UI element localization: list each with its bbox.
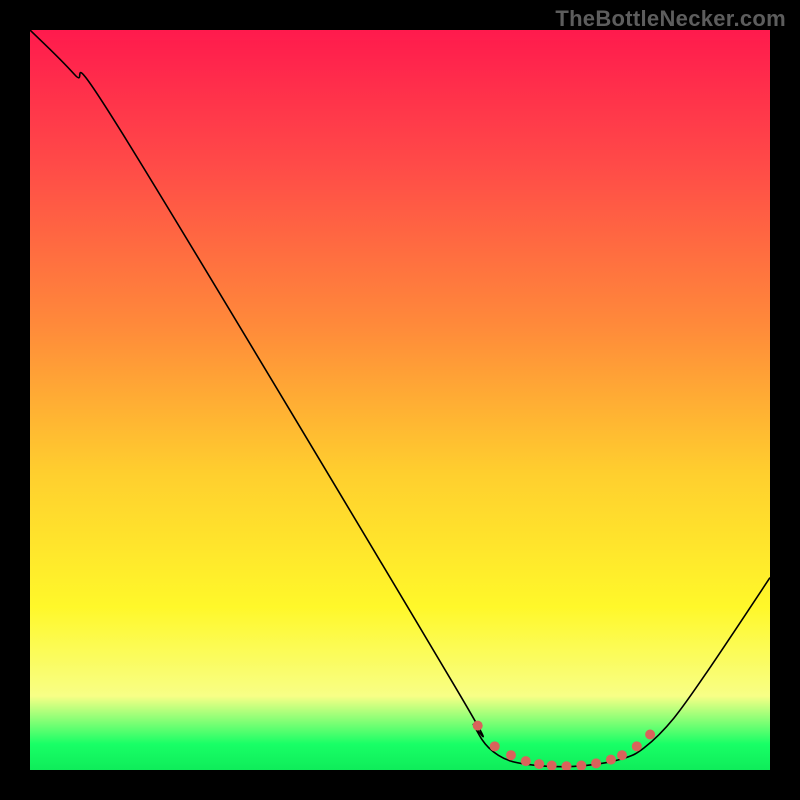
chart-frame: TheBottleNecker.com: [0, 0, 800, 800]
optimal-marker: [645, 729, 655, 739]
gradient-background: [30, 30, 770, 770]
watermark-text: TheBottleNecker.com: [555, 6, 786, 32]
optimal-marker: [606, 755, 616, 765]
bottleneck-chart: [30, 30, 770, 770]
optimal-marker: [591, 758, 601, 768]
optimal-marker: [632, 741, 642, 751]
optimal-marker: [534, 759, 544, 769]
optimal-marker: [617, 750, 627, 760]
optimal-marker: [473, 721, 483, 731]
optimal-marker: [490, 741, 500, 751]
plot-area: [30, 30, 770, 770]
optimal-marker: [506, 750, 516, 760]
optimal-marker: [521, 756, 531, 766]
